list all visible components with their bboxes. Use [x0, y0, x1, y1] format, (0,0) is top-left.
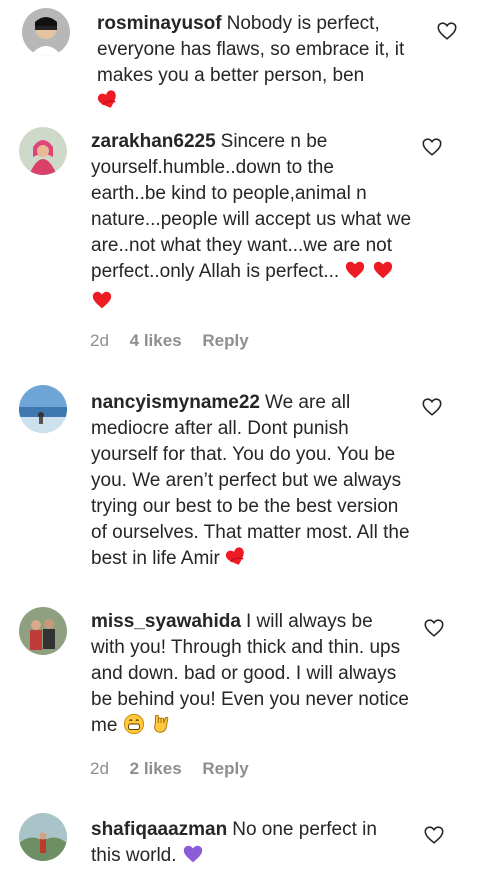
purple-heart-icon: [182, 843, 204, 873]
love-you-gesture-icon: [150, 713, 172, 743]
reply-button[interactable]: Reply: [202, 759, 248, 778]
likes-count[interactable]: 2 likes: [130, 759, 182, 778]
grinning-face-icon: [123, 713, 145, 743]
comment-meta: 2d 4 likes Reply: [90, 330, 265, 352]
comment-text: nancyismyname22 We are all mediocre after…: [91, 390, 411, 576]
comment-username[interactable]: nancyismyname22: [91, 392, 260, 413]
like-heart-icon[interactable]: [421, 136, 443, 158]
like-heart-icon[interactable]: [423, 824, 445, 846]
red-heart-icon: [372, 259, 394, 289]
comment-text: rosminayusof Nobody is perfect, everyone …: [97, 11, 415, 119]
comment-meta: 2d 2 likes Reply: [90, 758, 265, 780]
comment-username[interactable]: zarakhan6225: [91, 131, 216, 152]
avatar[interactable]: [19, 385, 67, 433]
like-heart-icon[interactable]: [436, 20, 458, 42]
likes-count[interactable]: 4 likes: [130, 331, 182, 350]
red-heart-icon: [91, 289, 113, 319]
comment-username[interactable]: rosminayusof: [97, 13, 222, 34]
comment-text: zarakhan6225 Sincere n be yourself.humble…: [91, 129, 411, 319]
avatar[interactable]: [19, 607, 67, 655]
comment-text: miss_syawahida I will always be with you!…: [91, 609, 411, 743]
comment-username[interactable]: miss_syawahida: [91, 611, 241, 632]
comment-age: 2d: [90, 759, 109, 778]
avatar[interactable]: [22, 8, 70, 56]
comment-body: We are all mediocre after all. Dont puni…: [91, 392, 410, 569]
heart-on-fire-icon: [97, 89, 119, 119]
comment-age: 2d: [90, 331, 109, 350]
comment-text: shafiqaaazman No one perfect in this worl…: [91, 817, 411, 873]
heart-on-fire-icon: [225, 546, 247, 576]
comment-username[interactable]: shafiqaaazman: [91, 819, 227, 840]
avatar[interactable]: [19, 127, 67, 175]
like-heart-icon[interactable]: [423, 617, 445, 639]
avatar[interactable]: [19, 813, 67, 861]
like-heart-icon[interactable]: [421, 396, 443, 418]
reply-button[interactable]: Reply: [202, 331, 248, 350]
red-heart-icon: [344, 259, 366, 289]
